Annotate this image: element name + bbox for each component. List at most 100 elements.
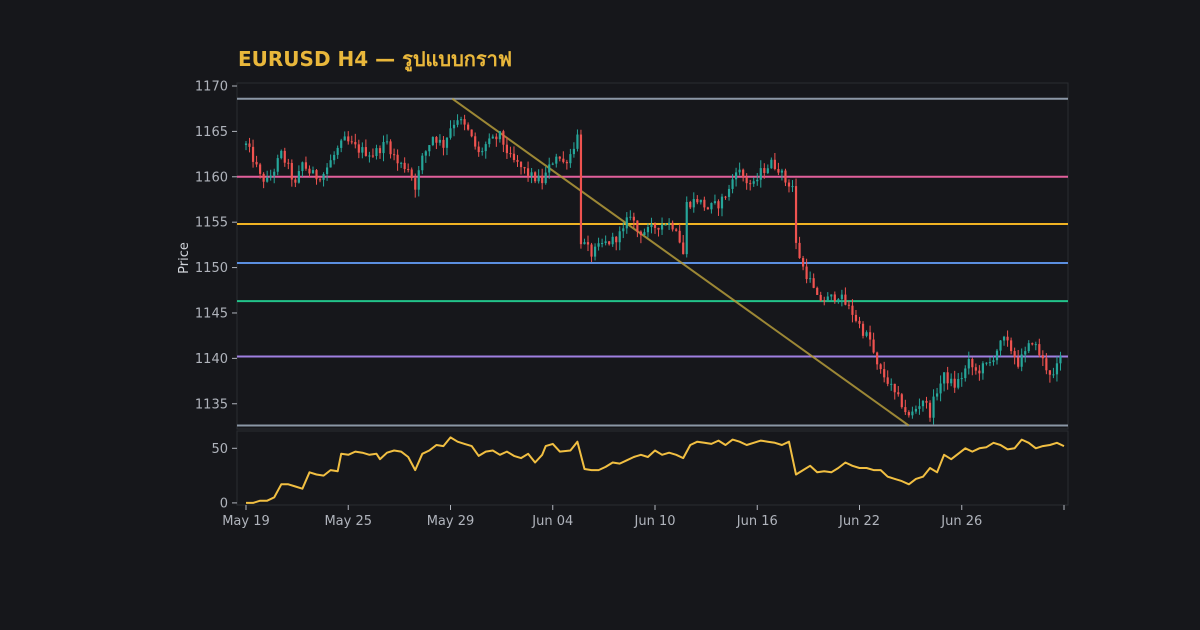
candle-body <box>632 216 635 221</box>
candle-body <box>900 394 903 408</box>
candle-body <box>1034 344 1037 346</box>
candle-body <box>643 232 646 236</box>
candle-body <box>417 170 420 190</box>
candle-body <box>992 360 995 363</box>
candle-body <box>699 199 702 203</box>
candle-body <box>798 242 801 259</box>
candle-body <box>692 199 695 208</box>
candle-body <box>858 320 861 324</box>
candle-body <box>805 266 808 280</box>
candle-body <box>1017 357 1020 367</box>
candle-body <box>259 164 262 174</box>
candle-body <box>1055 363 1059 375</box>
candle-body <box>318 179 322 181</box>
candle-body <box>893 383 896 393</box>
candle-body <box>541 175 544 184</box>
candle-body <box>452 124 456 129</box>
candle-body <box>752 181 755 184</box>
candle-body <box>280 150 283 159</box>
candle-body <box>928 402 932 418</box>
candle-body <box>597 243 600 247</box>
x-tick-label: May 29 <box>427 514 475 529</box>
candle-body <box>1020 354 1023 367</box>
candle-body <box>311 170 315 174</box>
candle-body <box>484 144 487 152</box>
candle-body <box>745 176 748 184</box>
candle-body <box>269 175 272 178</box>
candle-body <box>336 147 339 155</box>
candle-body <box>562 158 565 162</box>
candle-body <box>445 137 449 148</box>
candle-body <box>509 153 512 155</box>
candle-body <box>823 300 826 302</box>
candle-body <box>675 229 678 231</box>
candle-body <box>251 146 255 162</box>
y-tick-label: 1140 <box>195 352 228 367</box>
candle-body <box>266 177 269 182</box>
candle-body <box>653 224 657 228</box>
candle-body <box>935 393 939 397</box>
candle-body <box>544 172 547 184</box>
candle-body <box>1059 356 1062 364</box>
candle-body <box>932 396 935 418</box>
candle-body <box>911 411 914 416</box>
candle-body <box>964 368 967 379</box>
candle-body <box>907 412 910 416</box>
candle-body <box>396 154 399 164</box>
candle-body <box>586 242 590 245</box>
candle-body <box>262 173 265 182</box>
candle-body <box>735 172 738 180</box>
candle-body <box>833 294 836 302</box>
candle-body <box>682 242 685 255</box>
candle-body <box>1038 344 1041 356</box>
candle-body <box>876 352 879 365</box>
candle-body <box>558 156 561 159</box>
candle-body <box>1024 351 1027 355</box>
candle-body <box>830 294 833 297</box>
candle-body <box>854 314 858 321</box>
candle-body <box>890 383 893 385</box>
candle-body <box>664 224 667 226</box>
candle-body <box>428 145 431 152</box>
candle-body <box>438 139 442 143</box>
x-tick-label: May 19 <box>222 514 270 529</box>
candle-body <box>516 159 519 162</box>
y-tick-label: 1135 <box>195 397 228 412</box>
candle-body <box>872 339 875 353</box>
candle-body <box>537 175 540 182</box>
candle-body <box>498 131 501 140</box>
candle-body <box>713 201 717 204</box>
x-tick-label: Jun 10 <box>634 514 676 529</box>
candle-body <box>526 168 530 176</box>
chart-root: EURUSD H4 — รูปแบบกราฟ Price 1135 1140 114… <box>0 0 1200 630</box>
candle-body <box>290 162 293 180</box>
candle-body <box>618 231 621 243</box>
candle-body <box>477 146 480 153</box>
candle-body <box>555 156 558 164</box>
candle-body <box>960 378 963 380</box>
candle-body <box>424 151 427 156</box>
candle-body <box>569 154 572 164</box>
candle-body <box>727 188 731 197</box>
candle-body <box>382 141 385 154</box>
y-tick-label: 1165 <box>195 125 228 140</box>
candle-body <box>837 299 840 302</box>
candle-body <box>826 296 829 301</box>
candle-body <box>548 164 551 173</box>
candle-body <box>950 378 953 384</box>
candle-body <box>583 242 586 245</box>
candle-body <box>495 136 498 140</box>
candle-body <box>350 141 353 143</box>
candle-body <box>604 241 607 244</box>
x-tick-label: May 25 <box>324 514 372 529</box>
candle-body <box>946 372 949 384</box>
candle-body <box>773 159 776 170</box>
candle-body <box>985 362 988 364</box>
candle-body <box>657 227 660 230</box>
candle-body <box>590 244 593 257</box>
candle-body <box>1041 355 1044 359</box>
candle-body <box>442 139 445 148</box>
candle-body <box>287 162 290 164</box>
candle-body <box>840 294 843 300</box>
candle-body <box>449 128 452 138</box>
